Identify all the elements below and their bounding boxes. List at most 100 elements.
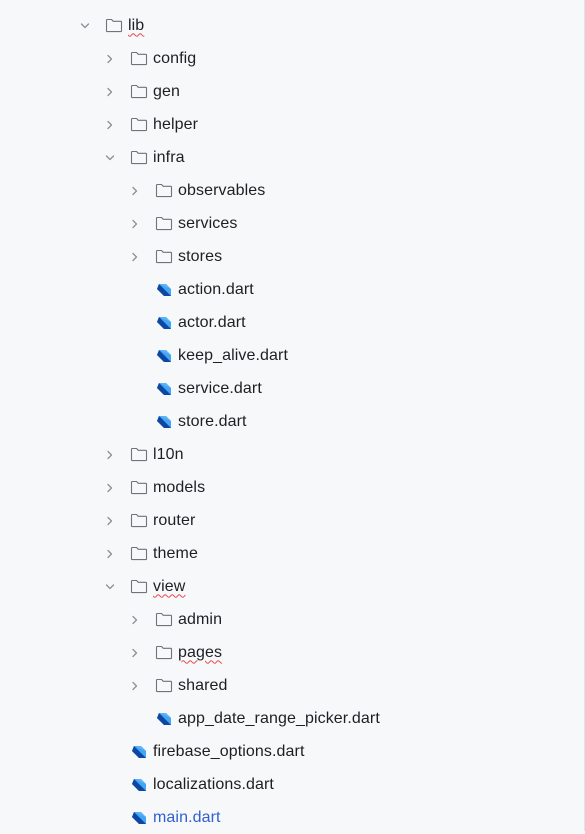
tree-file-store-dart[interactable]: store.dart xyxy=(0,405,584,438)
tree-folder-stores[interactable]: stores xyxy=(0,240,584,273)
tree-item-label: admin xyxy=(178,610,223,628)
chevron-down-icon[interactable] xyxy=(105,153,115,163)
tree-item-label: localizations.dart xyxy=(153,775,274,793)
folder-icon xyxy=(130,546,148,561)
tree-item-label: service.dart xyxy=(178,379,262,397)
chevron-right-icon[interactable] xyxy=(105,120,115,130)
folder-icon xyxy=(130,150,148,165)
tree-item-label: app_date_range_picker.dart xyxy=(178,709,380,727)
tree-folder-theme[interactable]: theme xyxy=(0,537,584,570)
chevron-right-icon[interactable] xyxy=(130,681,140,691)
chevron-right-icon[interactable] xyxy=(105,549,115,559)
folder-icon xyxy=(130,579,148,594)
chevron-right-icon[interactable] xyxy=(105,54,115,64)
tree-folder-observables[interactable]: observables xyxy=(0,174,584,207)
folder-icon xyxy=(130,84,148,99)
folder-icon xyxy=(155,612,173,627)
tree-folder-services[interactable]: services xyxy=(0,207,584,240)
chevron-right-icon[interactable] xyxy=(105,516,115,526)
tree-item-label: shared xyxy=(178,676,228,694)
folder-icon xyxy=(155,183,173,198)
dart-file-icon xyxy=(130,809,148,827)
file-tree: lib config gen helper infra observables servic… xyxy=(0,0,584,834)
folder-icon xyxy=(130,51,148,66)
tree-file-keep-alive-dart[interactable]: keep_alive.dart xyxy=(0,339,584,372)
tree-item-label: lib xyxy=(128,16,145,34)
tree-file-main-dart[interactable]: main.dart xyxy=(0,801,584,834)
folder-icon xyxy=(155,678,173,693)
project-tree-panel: lib config gen helper infra observables servic… xyxy=(0,0,585,831)
chevron-right-icon[interactable] xyxy=(130,219,140,229)
chevron-down-icon[interactable] xyxy=(105,582,115,592)
folder-icon xyxy=(155,216,173,231)
folder-icon xyxy=(105,18,123,33)
tree-item-label: keep_alive.dart xyxy=(178,346,289,364)
tree-file-localizations-dart[interactable]: localizations.dart xyxy=(0,768,584,801)
folder-icon xyxy=(155,645,173,660)
dart-file-icon xyxy=(155,413,173,431)
dart-file-icon xyxy=(155,314,173,332)
tree-item-label: config xyxy=(153,49,197,67)
folder-icon xyxy=(130,117,148,132)
tree-item-label: view xyxy=(153,577,186,595)
tree-folder-l10n[interactable]: l10n xyxy=(0,438,584,471)
tree-folder-gen[interactable]: gen xyxy=(0,75,584,108)
tree-folder-pages[interactable]: pages xyxy=(0,636,584,669)
tree-item-label: action.dart xyxy=(178,280,254,298)
folder-icon xyxy=(130,513,148,528)
tree-item-label: firebase_options.dart xyxy=(153,742,305,760)
chevron-right-icon[interactable] xyxy=(130,615,140,625)
chevron-right-icon[interactable] xyxy=(105,87,115,97)
chevron-right-icon[interactable] xyxy=(130,252,140,262)
tree-item-label: helper xyxy=(153,115,199,133)
tree-file-firebase-options-dart[interactable]: firebase_options.dart xyxy=(0,735,584,768)
tree-file-app-date-range-picker-dart[interactable]: app_date_range_picker.dart xyxy=(0,702,584,735)
tree-item-label: router xyxy=(153,511,196,529)
chevron-right-icon[interactable] xyxy=(130,186,140,196)
tree-item-label: l10n xyxy=(153,445,184,463)
chevron-right-icon[interactable] xyxy=(105,450,115,460)
tree-item-label: actor.dart xyxy=(178,313,246,331)
tree-file-action-dart[interactable]: action.dart xyxy=(0,273,584,306)
tree-folder-router[interactable]: router xyxy=(0,504,584,537)
tree-item-label: models xyxy=(153,478,206,496)
chevron-right-icon[interactable] xyxy=(105,483,115,493)
tree-item-label: services xyxy=(178,214,238,232)
tree-file-actor-dart[interactable]: actor.dart xyxy=(0,306,584,339)
chevron-right-icon[interactable] xyxy=(130,648,140,658)
dart-file-icon xyxy=(155,710,173,728)
tree-folder-models[interactable]: models xyxy=(0,471,584,504)
dart-file-icon xyxy=(130,776,148,794)
tree-folder-lib[interactable]: lib xyxy=(0,9,584,42)
dart-file-icon xyxy=(155,347,173,365)
dart-file-icon xyxy=(130,743,148,761)
chevron-down-icon[interactable] xyxy=(80,21,90,31)
dart-file-icon xyxy=(155,380,173,398)
tree-folder-view[interactable]: view xyxy=(0,570,584,603)
tree-file-service-dart[interactable]: service.dart xyxy=(0,372,584,405)
tree-item-label: observables xyxy=(178,181,266,199)
tree-item-label: theme xyxy=(153,544,198,562)
tree-folder-infra[interactable]: infra xyxy=(0,141,584,174)
tree-item-label: store.dart xyxy=(178,412,247,430)
tree-item-label: main.dart xyxy=(153,808,221,826)
tree-folder-helper[interactable]: helper xyxy=(0,108,584,141)
tree-folder-config[interactable]: config xyxy=(0,42,584,75)
folder-icon xyxy=(155,249,173,264)
folder-icon xyxy=(130,480,148,495)
folder-icon xyxy=(130,447,148,462)
tree-folder-admin[interactable]: admin xyxy=(0,603,584,636)
tree-item-label: pages xyxy=(178,643,223,661)
tree-item-label: stores xyxy=(178,247,223,265)
tree-folder-shared[interactable]: shared xyxy=(0,669,584,702)
tree-item-label: gen xyxy=(153,82,180,100)
